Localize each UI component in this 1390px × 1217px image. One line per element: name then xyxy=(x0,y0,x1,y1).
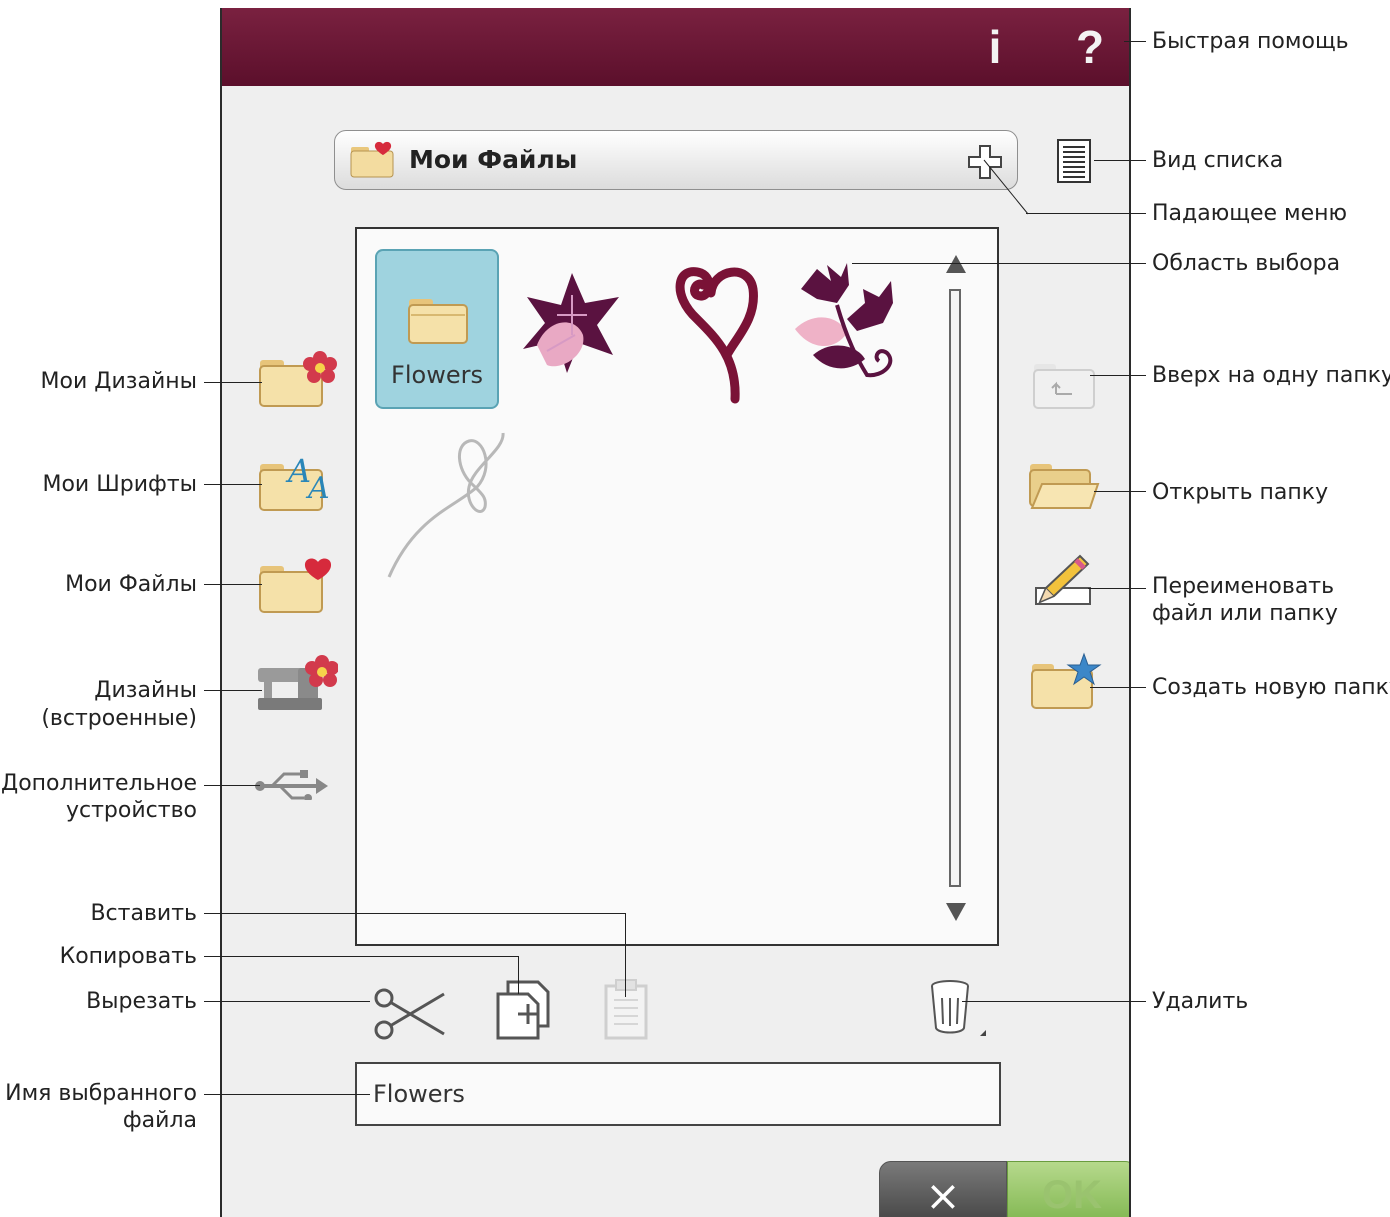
leader-line xyxy=(204,484,262,485)
label-builtin-designs-1: Дизайны xyxy=(94,678,197,703)
label-selected-name-1: Имя выбранного xyxy=(5,1081,197,1106)
sewing-machine-icon[interactable] xyxy=(256,654,338,714)
leader-line xyxy=(962,1001,1146,1002)
cancel-button[interactable]: × xyxy=(879,1161,1007,1217)
folder-font-icon[interactable]: A A xyxy=(258,452,338,514)
usb-icon[interactable] xyxy=(252,770,332,800)
trash-icon[interactable] xyxy=(928,978,990,1048)
selected-file-name-value: Flowers xyxy=(373,1080,465,1108)
new-folder-star-icon[interactable] xyxy=(1030,652,1102,712)
label-selection-area: Область выбора xyxy=(1152,251,1341,276)
folder-thumbnail[interactable]: Flowers xyxy=(375,249,499,409)
scrollbar-track[interactable] xyxy=(949,289,961,887)
leaf-design-thumbnail[interactable] xyxy=(517,265,627,375)
folder-label: Flowers xyxy=(391,361,483,389)
label-my-files: Мои Файлы xyxy=(65,572,197,597)
leader-line xyxy=(852,263,1146,264)
folder-flower-icon[interactable] xyxy=(258,350,338,410)
folder-icon xyxy=(408,299,468,344)
info-button[interactable]: i xyxy=(970,22,1020,72)
leader-line xyxy=(1090,687,1146,688)
label-my-fonts: Мои Шрифты xyxy=(42,472,197,497)
top-bar: i ? xyxy=(222,8,1129,86)
leader-line xyxy=(518,956,519,994)
leader-line xyxy=(204,382,262,383)
ok-button[interactable]: OK xyxy=(1007,1161,1129,1217)
leader-line xyxy=(625,913,626,997)
leader-line xyxy=(1094,491,1146,492)
svg-text:A: A xyxy=(305,471,330,506)
label-selected-name-2: файла xyxy=(122,1108,197,1133)
copy-icon[interactable] xyxy=(494,980,552,1042)
leader-line xyxy=(1090,375,1146,376)
open-folder-icon[interactable] xyxy=(1028,460,1100,512)
label-extra-device-1: Дополнительное xyxy=(1,771,197,796)
label-new-folder: Создать новую папку xyxy=(1152,675,1390,700)
leader-line xyxy=(204,1001,370,1002)
leader-line xyxy=(204,584,262,585)
scissors-icon[interactable] xyxy=(372,986,448,1042)
label-quick-help: Быстрая помощь xyxy=(1152,29,1349,54)
leader-line xyxy=(1094,160,1146,161)
selected-file-name-field[interactable]: Flowers xyxy=(355,1062,1001,1126)
label-extra-device-2: устройство xyxy=(66,798,197,823)
scroll-up-icon[interactable] xyxy=(945,253,967,275)
leader-line xyxy=(1124,41,1146,42)
scroll-down-icon[interactable] xyxy=(945,901,967,923)
leader-line xyxy=(204,690,262,691)
leader-line xyxy=(204,913,625,914)
heart-outline-design-thumbnail[interactable] xyxy=(385,427,515,587)
leaves-branch-design-thumbnail[interactable] xyxy=(787,259,907,399)
paste-icon[interactable] xyxy=(602,978,652,1040)
leader-line xyxy=(204,1094,370,1095)
label-paste: Вставить xyxy=(90,901,197,926)
label-delete: Удалить xyxy=(1152,989,1249,1014)
label-up-one-folder: Вверх на одну папку xyxy=(1152,363,1390,388)
selection-area[interactable]: Flowers xyxy=(355,227,999,946)
label-builtin-designs-2: (встроенные) xyxy=(41,706,197,731)
label-list-view: Вид списка xyxy=(1152,148,1284,173)
folder-heart-icon xyxy=(350,141,394,178)
list-view-icon[interactable] xyxy=(1056,138,1092,184)
dropdown-title: Мои Файлы xyxy=(409,145,578,174)
label-rename-1: Переименовать xyxy=(1152,574,1335,599)
leader-line xyxy=(983,159,1029,215)
leader-line xyxy=(1026,213,1146,214)
label-dropdown-menu: Падающее меню xyxy=(1152,201,1348,226)
leader-line xyxy=(1088,588,1146,589)
folder-up-icon[interactable] xyxy=(1032,360,1098,412)
label-copy: Копировать xyxy=(59,944,197,969)
pencil-icon[interactable] xyxy=(1030,552,1096,610)
quick-help-button[interactable]: ? xyxy=(1060,22,1120,72)
heart-swirl-design-thumbnail[interactable] xyxy=(657,259,767,409)
label-cut: Вырезать xyxy=(86,989,197,1014)
leader-line xyxy=(204,785,260,786)
label-rename-2: файл или папку xyxy=(1152,601,1338,626)
label-my-designs: Мои Дизайны xyxy=(40,369,197,394)
leader-line xyxy=(204,956,518,957)
dropdown-menu[interactable]: Мои Файлы xyxy=(334,130,1018,190)
folder-heart-icon[interactable] xyxy=(258,556,338,616)
label-open-folder: Открыть папку xyxy=(1152,480,1329,505)
